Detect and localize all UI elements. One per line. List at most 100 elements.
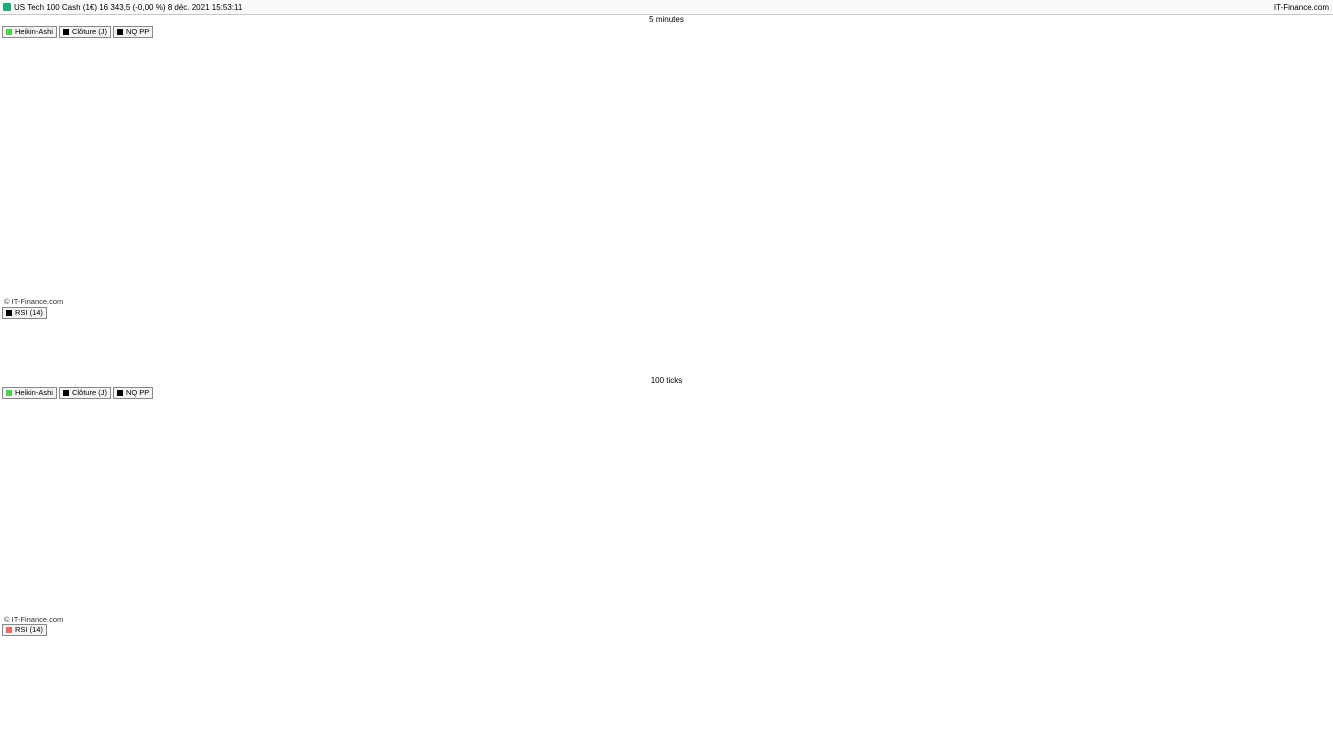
candle-down	[38, 97, 51, 103]
rsi-segment	[740, 683, 756, 687]
price-plot-background	[0, 386, 1290, 622]
candle-down	[647, 490, 660, 496]
x-tick-label: 16:00	[859, 364, 880, 373]
x-tick-label: 11:45	[261, 364, 281, 373]
rsi-segment	[551, 670, 567, 673]
candle-down	[987, 158, 1000, 172]
rsi-segment	[305, 672, 320, 675]
rsi-plot-background	[0, 307, 1290, 360]
rsi-segment	[319, 671, 335, 674]
candle-up	[794, 151, 806, 156]
candle-up	[653, 109, 666, 126]
rsi-segment	[377, 664, 393, 668]
candle-down	[1286, 236, 1299, 248]
x-tick-label: 14:45	[683, 364, 704, 373]
candle-up	[168, 560, 181, 575]
y-tick-label: 16 360	[1294, 152, 1319, 161]
x-tick-label: 12:45	[401, 364, 422, 373]
candle-down	[226, 569, 239, 584]
x-tick-label: 14:30	[648, 364, 669, 373]
candle-up	[495, 157, 508, 162]
legend-close-bottom[interactable]: Clôture (J)	[58, 387, 111, 399]
app-logo-icon	[3, 3, 11, 11]
rsi-segment	[638, 677, 654, 681]
candle-up	[371, 525, 384, 535]
x-tick-label: 16:15	[894, 364, 915, 373]
rsi-segment	[101, 672, 117, 677]
rsi-tick-label: 40	[1294, 687, 1303, 696]
candle-down	[688, 115, 701, 118]
candle-down	[1268, 212, 1281, 259]
rsi-segment	[348, 667, 364, 670]
x-tick-label: 11:15	[190, 364, 210, 373]
candle-down	[1040, 175, 1053, 192]
candle-down	[759, 142, 771, 161]
x-tick-label: 14:00	[577, 364, 598, 373]
candle-down	[1163, 191, 1176, 202]
rsi-segment	[493, 657, 509, 664]
x-tick-label: 15:48	[63, 740, 84, 749]
candle-down	[126, 129, 138, 147]
x-tick-label: 11:30	[225, 364, 245, 373]
candle-down	[108, 122, 121, 136]
candle-down	[1057, 182, 1070, 196]
x-tick-label: 12:00	[295, 364, 316, 373]
charts-canvas[interactable]: 16 260 16 280 16 300 16 320 16 340 16 360 16 3…	[0, 0, 1333, 750]
candle-up	[319, 135, 332, 138]
candle-up	[139, 564, 152, 592]
rsi-label-top[interactable]: RSI (14)	[2, 307, 47, 319]
candle-up	[487, 464, 500, 483]
rsi-segment	[261, 668, 277, 672]
candle-up	[400, 525, 413, 528]
candle-down	[589, 490, 602, 496]
y-tick-label: 16 260	[1294, 282, 1319, 291]
source-label: IT-Finance.com	[1273, 3, 1329, 12]
candle-down	[1093, 190, 1105, 196]
candle-up	[442, 155, 455, 158]
candle-down	[1128, 191, 1140, 196]
candle-down	[691, 508, 703, 522]
candle-down	[372, 145, 385, 161]
candle-down	[197, 564, 210, 570]
candle-up	[249, 144, 261, 147]
candle-down	[196, 145, 209, 152]
candle-down	[970, 154, 982, 162]
legend-heikin-ashi-top[interactable]: Heikin-Ashi	[2, 26, 57, 38]
candle-down	[749, 542, 761, 549]
candle-up	[266, 137, 279, 144]
x-tick-label: 12:15	[331, 364, 352, 373]
rsi-segment	[464, 658, 480, 661]
candle-down	[776, 150, 789, 158]
legend-heikin-ashi-bottom[interactable]: Heikin-Ashi	[2, 387, 57, 399]
x-tick-label: 15:52	[644, 740, 665, 749]
candle-up	[778, 534, 790, 544]
candle-up	[386, 521, 399, 531]
x-tick-label: 12:30	[366, 364, 387, 373]
candle-up	[512, 140, 525, 160]
x-tick-label: 15:50	[353, 740, 374, 749]
legend-pivot-top[interactable]: NQ PP	[112, 26, 154, 38]
rsi-segment	[435, 660, 451, 664]
candle-up	[604, 490, 616, 496]
rsi-value-label: 53,262	[1293, 675, 1318, 684]
x-tick-label: 13:30	[507, 364, 528, 373]
candle-down	[337, 133, 349, 145]
x-tick-label: 10:00	[14, 364, 35, 373]
rsi-line	[8, 328, 1328, 346]
legend-close-top[interactable]: Clôture (J)	[58, 26, 111, 38]
legend-pivot-bottom[interactable]: NQ PP	[112, 387, 154, 399]
rsi-segment	[479, 657, 494, 660]
price-tag-label: 16 347,2	[1294, 499, 1326, 508]
candle-down	[241, 577, 253, 588]
candle-down	[1181, 197, 1193, 200]
rsi-label-bottom[interactable]: RSI (14)	[2, 624, 47, 636]
candle-up	[952, 154, 965, 157]
candle-down	[706, 115, 719, 123]
candle-down	[705, 512, 718, 544]
y-tick-label: 16 300	[1294, 230, 1319, 239]
rsi-plot-background	[0, 624, 1290, 736]
candle-down	[676, 499, 689, 518]
candle-up	[125, 577, 137, 601]
candle-up	[161, 133, 174, 141]
pivot-annotation: midR1J	[736, 495, 761, 502]
